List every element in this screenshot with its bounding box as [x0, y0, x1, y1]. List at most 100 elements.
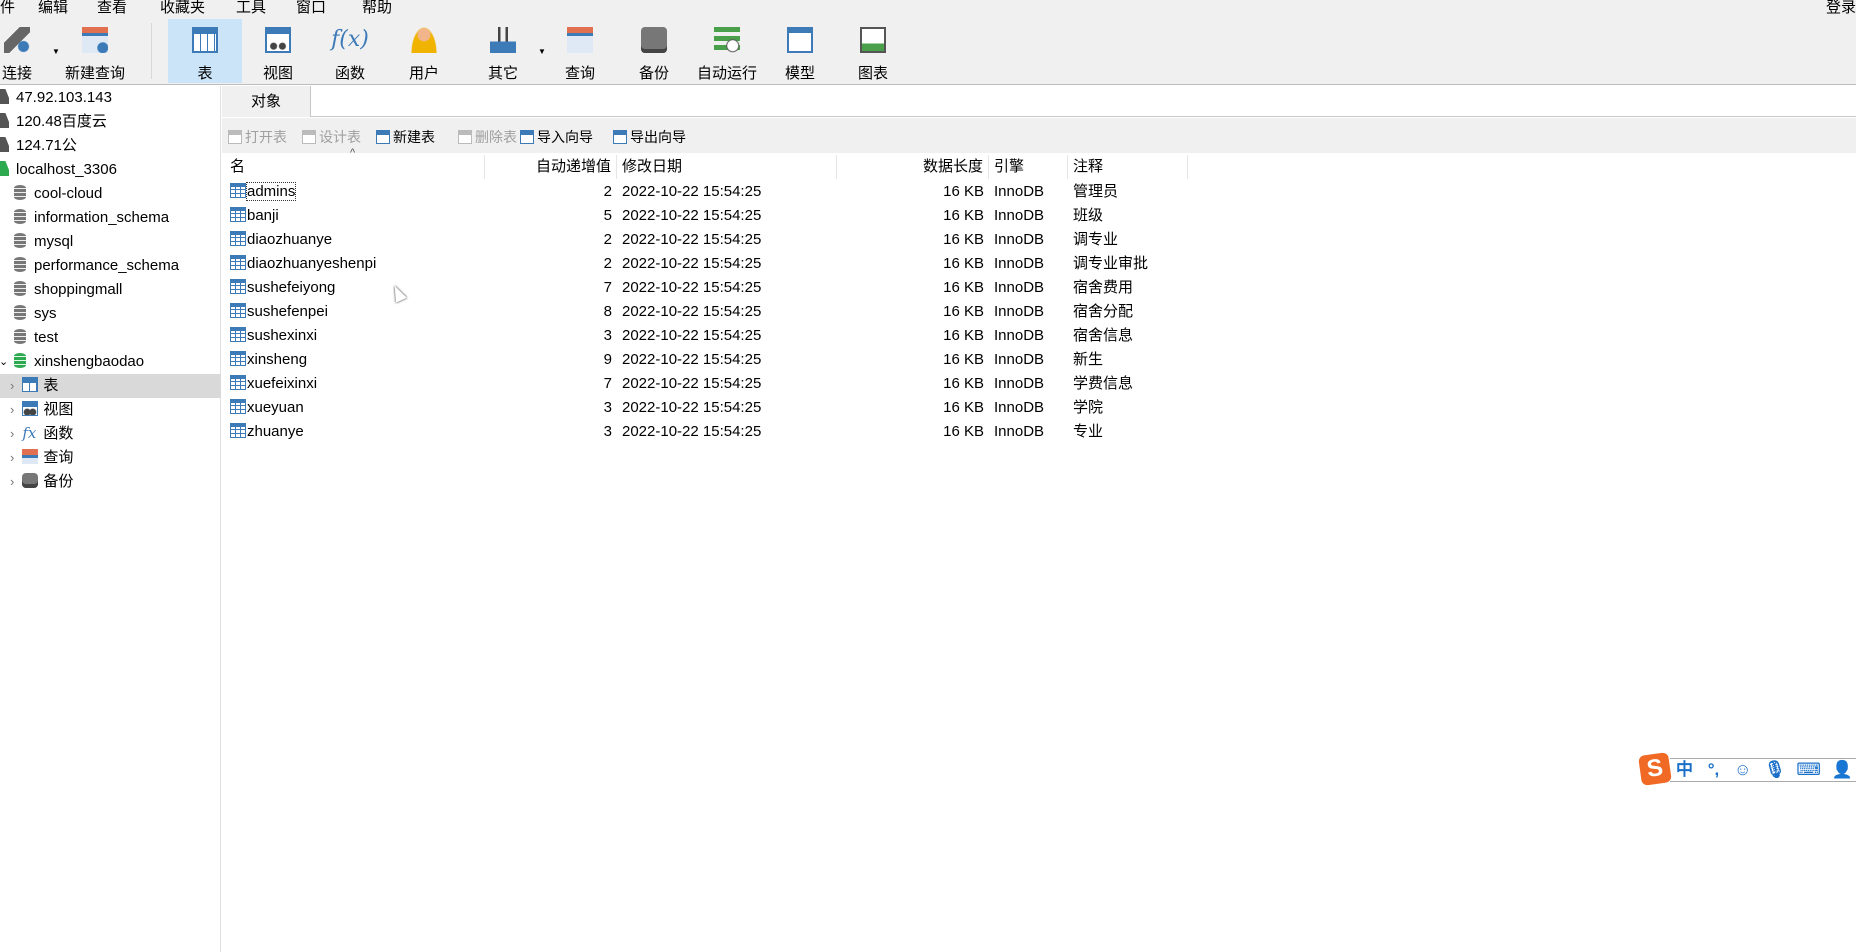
- object-action-3[interactable]: 删除表: [458, 127, 517, 147]
- sidebar-item-function[interactable]: › fx 函数: [0, 422, 221, 446]
- object-action-1[interactable]: 设计表: [302, 127, 361, 147]
- table-row[interactable]: xinsheng 9 2022-10-22 15:54:25 16 KB InnoDB 新…: [222, 348, 1202, 372]
- sidebar-item-label: 备份: [43, 473, 74, 490]
- toolbar-button-4[interactable]: f(x) 函数: [313, 19, 387, 83]
- chevron-right-icon[interactable]: ›: [10, 450, 14, 465]
- toolbar-button-7[interactable]: 查询: [543, 19, 617, 83]
- ime-punctuation-toggle[interactable]: °,: [1708, 760, 1720, 779]
- sogou-logo-icon[interactable]: S: [1638, 752, 1672, 786]
- sidebar-item-table[interactable]: › 表: [0, 374, 221, 398]
- table-name[interactable]: xinsheng: [247, 351, 307, 368]
- table-row[interactable]: banji 5 2022-10-22 15:54:25 16 KB InnoDB 班级: [222, 204, 1202, 228]
- toolbar-button-1[interactable]: 新建查询: [58, 19, 132, 83]
- main-toolbar: 连接 新建查询 表 视图 f(x) 函数 用户 其它 查询 备份 自动运行 模型 图表 ▼ ▼: [0, 17, 1856, 85]
- menu-item-3[interactable]: 收藏夹: [160, 0, 205, 17]
- dropdown-caret-icon[interactable]: ▼: [52, 47, 60, 56]
- toolbar-button-5[interactable]: 用户: [387, 19, 461, 83]
- table-row[interactable]: diaozhuanye 2 2022-10-22 15:54:25 16 KB Inno…: [222, 228, 1202, 252]
- table-row[interactable]: sushexinxi 3 2022-10-22 15:54:25 16 KB InnoD…: [222, 324, 1202, 348]
- chevron-right-icon[interactable]: ›: [10, 402, 14, 417]
- engine-cell: InnoDB: [994, 351, 1045, 368]
- engine-cell: InnoDB: [994, 279, 1045, 296]
- menu-item-4[interactable]: 工具: [236, 0, 266, 17]
- menu-item-6[interactable]: 帮助: [362, 0, 392, 17]
- function-icon: f(x): [331, 27, 369, 52]
- ime-mode-toggle[interactable]: 中: [1676, 760, 1693, 779]
- data-length-cell: 16 KB: [943, 207, 984, 224]
- toolbar-button-11[interactable]: 图表: [836, 19, 910, 83]
- dropdown-caret-icon[interactable]: ▼: [538, 47, 546, 56]
- sidebar-database[interactable]: information_schema: [0, 206, 221, 230]
- object-action-2[interactable]: 新建表: [376, 127, 435, 147]
- table-name[interactable]: sushexinxi: [247, 327, 317, 344]
- object-action-4[interactable]: 导入向导: [520, 127, 593, 147]
- sidebar-item-view[interactable]: › 视图: [0, 398, 221, 422]
- table-row[interactable]: xuefeixinxi 7 2022-10-22 15:54:25 16 KB Inno…: [222, 372, 1202, 396]
- menu-item-0[interactable]: 件: [0, 0, 15, 17]
- column-header-5[interactable]: 注释: [1068, 155, 1188, 179]
- table-name[interactable]: sushefenpei: [247, 303, 328, 320]
- sidebar-connection[interactable]: localhost_3306: [0, 158, 221, 182]
- sidebar-item-backup[interactable]: › 备份: [0, 470, 221, 494]
- emoji-icon[interactable]: ☺: [1734, 760, 1751, 779]
- sidebar-database[interactable]: ⌄ xinshengbaodao: [0, 350, 221, 374]
- toolbar-button-2[interactable]: 表: [168, 19, 242, 83]
- sidebar-database[interactable]: sys: [0, 302, 221, 326]
- menu-item-1[interactable]: 编辑: [38, 0, 68, 17]
- sidebar-database[interactable]: shoppingmall: [0, 278, 221, 302]
- menu-item-5[interactable]: 窗口: [296, 0, 326, 17]
- sidebar-connection[interactable]: 47.92.103.143: [0, 86, 221, 110]
- login-link[interactable]: 登录: [1826, 0, 1856, 17]
- chevron-right-icon[interactable]: ›: [10, 378, 14, 393]
- table-name[interactable]: xueyuan: [247, 399, 304, 416]
- user-skin-icon[interactable]: 👤: [1832, 760, 1853, 779]
- object-action-0[interactable]: 打开表: [228, 127, 287, 147]
- table-name[interactable]: admins: [245, 182, 297, 201]
- toolbar-button-9[interactable]: 自动运行: [690, 19, 764, 83]
- column-header-1[interactable]: 自动递增值: [485, 155, 617, 179]
- menu-item-2[interactable]: 查看: [97, 0, 127, 17]
- table-row[interactable]: xueyuan 3 2022-10-22 15:54:25 16 KB InnoDB 学院: [222, 396, 1202, 420]
- table-name[interactable]: sushefeiyong: [247, 279, 335, 296]
- table-name[interactable]: zhuanye: [247, 423, 304, 440]
- table-name[interactable]: diaozhuanye: [247, 231, 332, 248]
- ime-toolbar: S 中 °, ☺ 🎙 ⌨ 👤: [1638, 752, 1856, 786]
- table-row[interactable]: sushefenpei 8 2022-10-22 15:54:25 16 KB Inno…: [222, 300, 1202, 324]
- table-name[interactable]: xuefeixinxi: [247, 375, 317, 392]
- table-name[interactable]: banji: [247, 207, 279, 224]
- table-row[interactable]: sushefeiyong 7 2022-10-22 15:54:25 16 KB Inn…: [222, 276, 1202, 300]
- microphone-icon[interactable]: 🎙: [1764, 760, 1786, 779]
- column-header-3[interactable]: 数据长度: [837, 155, 989, 179]
- sidebar-item-query[interactable]: › 查询: [0, 446, 221, 470]
- object-action-5[interactable]: 导出向导: [613, 127, 686, 147]
- user-icon: [411, 27, 437, 53]
- table-name[interactable]: diaozhuanyeshenpi: [247, 255, 376, 272]
- table-row[interactable]: admins 2 2022-10-22 15:54:25 16 KB InnoDB 管理员: [222, 180, 1202, 204]
- chevron-right-icon[interactable]: ›: [10, 474, 14, 489]
- chevron-down-icon[interactable]: ⌄: [0, 350, 8, 374]
- toolbar-button-3[interactable]: 视图: [241, 19, 315, 83]
- table-name-cell: zhuanye: [225, 420, 485, 444]
- sidebar-database[interactable]: cool-cloud: [0, 182, 221, 206]
- sidebar-connection[interactable]: 120.48百度云: [0, 110, 221, 134]
- table-icon: [230, 279, 246, 294]
- toolbar-button-10[interactable]: 模型: [763, 19, 837, 83]
- column-header-2[interactable]: 修改日期: [617, 155, 837, 179]
- sidebar-database[interactable]: performance_schema: [0, 254, 221, 278]
- toolbar-button-0[interactable]: 连接: [0, 19, 54, 83]
- tab-objects[interactable]: 对象: [222, 86, 311, 117]
- object-action-icon: [520, 130, 534, 144]
- sidebar-database[interactable]: test: [0, 326, 221, 350]
- table-row[interactable]: zhuanye 3 2022-10-22 15:54:25 16 KB InnoDB 专业: [222, 420, 1202, 444]
- table-row[interactable]: diaozhuanyeshenpi 2 2022-10-22 15:54:25 16 …: [222, 252, 1202, 276]
- view-icon: [265, 27, 291, 53]
- toolbar-label: 视图: [262, 65, 293, 82]
- keyboard-icon[interactable]: ⌨: [1796, 760, 1821, 779]
- connection-tree: 47.92.103.143 120.48百度云 124.71公 localhost_3…: [0, 86, 221, 952]
- chevron-right-icon[interactable]: ›: [10, 426, 14, 441]
- column-header-4[interactable]: 引擎: [989, 155, 1068, 179]
- toolbar-button-6[interactable]: 其它: [466, 19, 540, 83]
- sidebar-connection[interactable]: 124.71公: [0, 134, 221, 158]
- toolbar-button-8[interactable]: 备份: [617, 19, 691, 83]
- sidebar-database[interactable]: mysql: [0, 230, 221, 254]
